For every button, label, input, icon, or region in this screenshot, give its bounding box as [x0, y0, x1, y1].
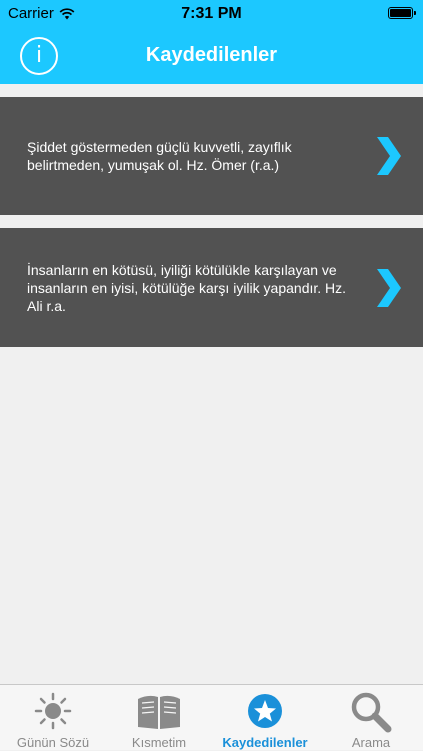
saved-quote-card[interactable]: Şiddet göstermeden güçlü kuvvetli, zayıf…	[0, 97, 423, 215]
status-time: 7:31 PM	[181, 5, 242, 22]
page-title: Kaydedilenler	[145, 44, 278, 66]
tab-label: Kısmetim	[131, 735, 187, 750]
tab-bar: Günün Sözü Kısmetim Kaydedilenler Arama	[0, 684, 423, 750]
book-icon	[138, 695, 180, 729]
sun-icon	[34, 692, 72, 730]
star-icon	[248, 694, 282, 728]
tab-kismetim[interactable]: Kısmetim	[106, 685, 212, 751]
search-icon	[351, 692, 392, 733]
tab-arama[interactable]: Arama	[318, 685, 423, 751]
quote-text: Şiddet göstermeden güçlü kuvvetli, zayıf…	[27, 139, 292, 173]
tab-label: Kaydedilenler	[222, 735, 308, 750]
tab-gunun-sozu[interactable]: Günün Sözü	[0, 685, 106, 751]
tab-label: Arama	[351, 735, 391, 750]
quote-text: İnsanların en kötüsü, iyiliği kötülükle …	[27, 261, 347, 314]
status-bar: Carrier 7:31 PM	[0, 0, 423, 28]
saved-quote-card[interactable]: İnsanların en kötüsü, iyiliği kötülükle …	[0, 228, 423, 347]
battery-icon	[388, 7, 416, 19]
chevron-right-icon[interactable]	[375, 137, 401, 175]
tab-kaydedilenler[interactable]: Kaydedilenler	[212, 685, 318, 751]
navigation-bar: i Kaydedilenler	[0, 28, 423, 84]
tab-label: Günün Sözü	[16, 735, 90, 750]
chevron-right-icon[interactable]	[375, 268, 401, 307]
